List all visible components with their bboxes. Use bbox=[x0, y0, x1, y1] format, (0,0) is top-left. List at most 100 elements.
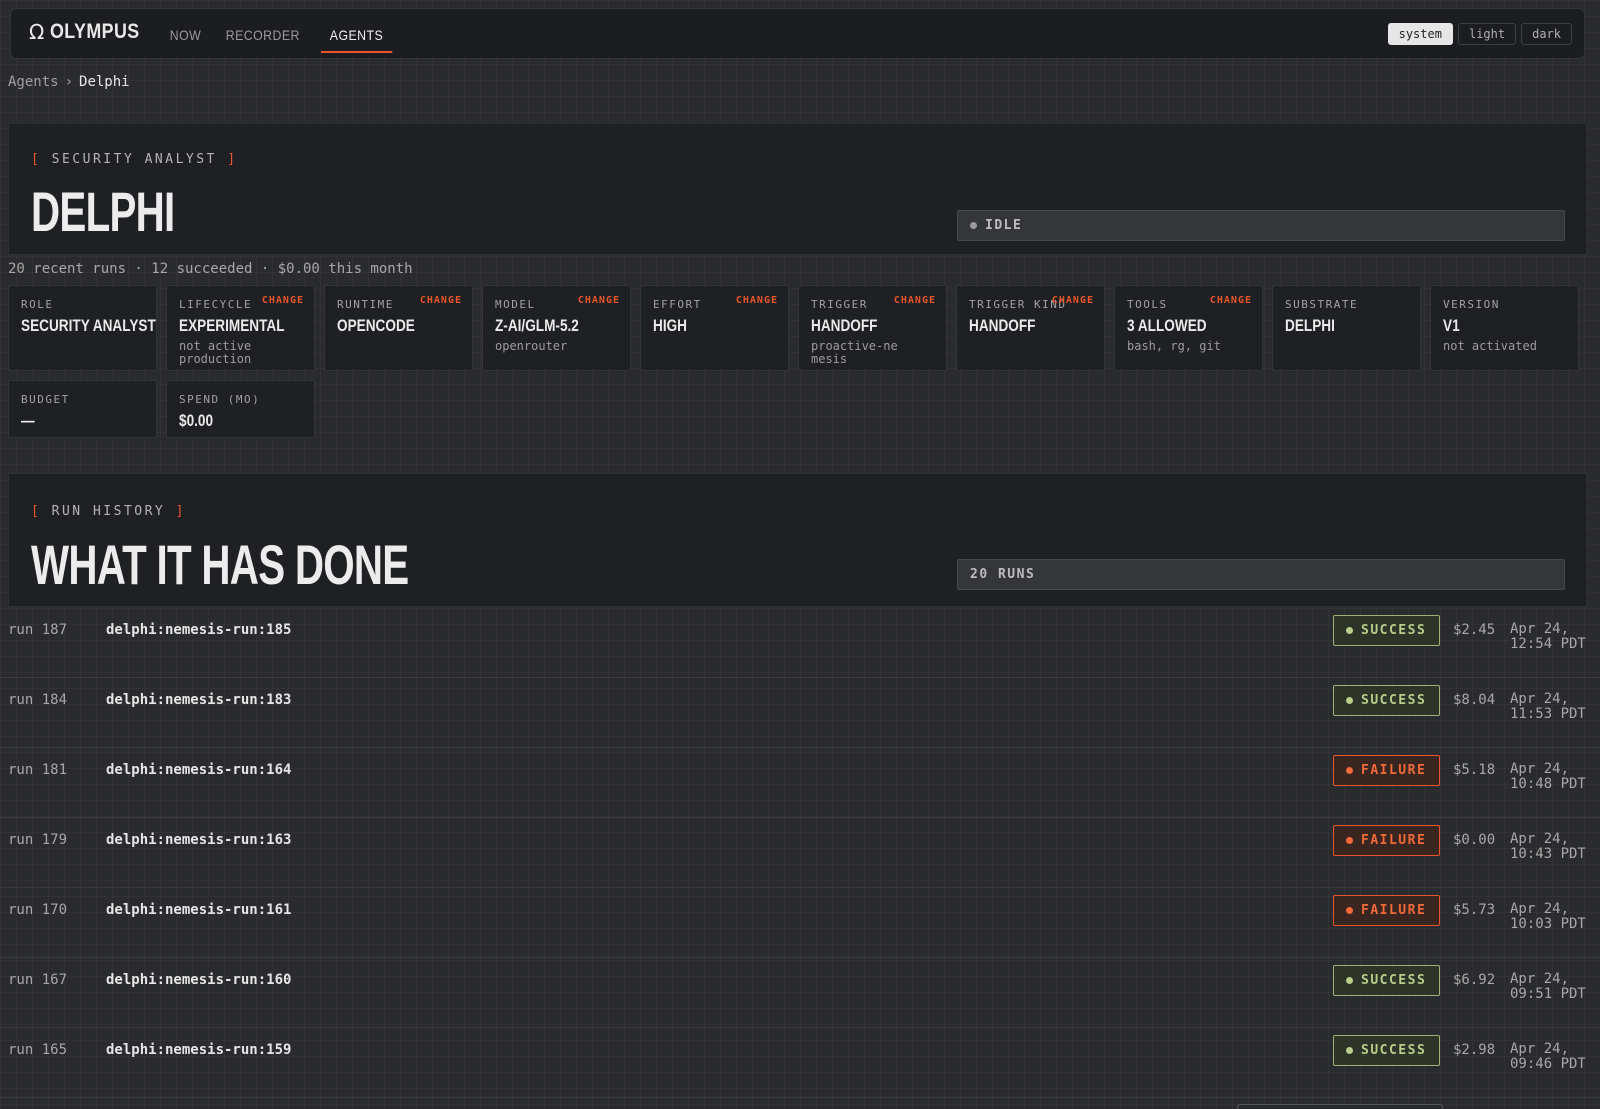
run-cost: $6.92 bbox=[1453, 972, 1496, 988]
run-status-badge: FAILURE bbox=[1333, 755, 1440, 786]
run-status-badge: SUCCESS bbox=[1333, 965, 1440, 996]
run-name[interactable]: delphi:nemesis-run:185 bbox=[106, 622, 291, 638]
run-status-badge: SUCCESS bbox=[1333, 615, 1440, 646]
status-dot-icon bbox=[1346, 767, 1353, 774]
run-number: run 179 bbox=[8, 832, 68, 848]
run-number: run 170 bbox=[8, 902, 68, 918]
run-status-badge: FAILURE bbox=[1333, 825, 1440, 856]
attr-sub: proactive-nemesis bbox=[811, 339, 898, 366]
agent-name-title: DELPHI bbox=[31, 180, 175, 243]
attr-label: VERSION bbox=[1443, 298, 1500, 311]
run-timestamp: Apr 24, 12:54 PDT bbox=[1510, 621, 1586, 652]
change-model-button[interactable]: CHANGE bbox=[578, 295, 620, 306]
attr-value: DELPHI bbox=[1285, 316, 1335, 335]
attr-label: ROLE bbox=[21, 298, 54, 311]
nav-tab-recorder[interactable]: RECORDER bbox=[217, 23, 309, 53]
nav-tab-now[interactable]: NOW bbox=[161, 23, 210, 53]
breadcrumb: Agents › Delphi bbox=[8, 74, 130, 90]
app-logo[interactable]: Ω OLYMPUS bbox=[29, 20, 156, 44]
change-tools-button[interactable]: CHANGE bbox=[1210, 295, 1252, 306]
breadcrumb-current: Delphi bbox=[79, 74, 130, 90]
run-count-label: 20 RUNS bbox=[970, 567, 1036, 582]
run-cost: $0.00 bbox=[1453, 832, 1496, 848]
run-row[interactable]: run 181 delphi:nemesis-run:164 FAILURE $… bbox=[0, 748, 1600, 818]
breadcrumb-link-agents[interactable]: Agents bbox=[8, 74, 59, 90]
attr-value: SECURITY ANALYST bbox=[21, 316, 156, 335]
nav-tab-agents[interactable]: AGENTS bbox=[320, 23, 392, 53]
run-timestamp: Apr 24, 09:51 PDT bbox=[1510, 971, 1586, 1002]
run-status-badge: SUCCESS bbox=[1333, 685, 1440, 716]
attr-card-spend: SPEND (MO) $0.00 bbox=[166, 380, 315, 438]
attr-value: Z-AI/GLM-5.2 bbox=[495, 316, 579, 335]
run-timestamp: Apr 24, 10:48 PDT bbox=[1510, 761, 1586, 792]
attr-card-tools: TOOLS CHANGE 3 ALLOWED bash, rg, git bbox=[1114, 285, 1263, 371]
run-history-eyebrow: [ RUN HISTORY ] bbox=[31, 504, 186, 519]
run-name[interactable]: delphi:nemesis-run:183 bbox=[106, 692, 291, 708]
status-dot-icon bbox=[1346, 697, 1353, 704]
run-number: run 165 bbox=[8, 1042, 68, 1058]
omega-logo-icon: Ω bbox=[29, 20, 45, 44]
status-dot-icon bbox=[1346, 1047, 1353, 1054]
change-effort-button[interactable]: CHANGE bbox=[736, 295, 778, 306]
change-trigger-kind-button[interactable]: CHANGE bbox=[1052, 295, 1094, 306]
change-trigger-button[interactable]: CHANGE bbox=[894, 295, 936, 306]
status-dot-icon bbox=[1346, 977, 1353, 984]
run-cost: $8.04 bbox=[1453, 692, 1496, 708]
agent-run-summary: 20 recent runs · 12 succeeded · $0.00 th… bbox=[8, 261, 413, 277]
theme-switcher: system light dark bbox=[1387, 23, 1572, 45]
run-row[interactable]: run 184 delphi:nemesis-run:183 SUCCESS $… bbox=[0, 678, 1600, 748]
theme-system-button[interactable]: system bbox=[1387, 23, 1453, 45]
run-number: run 187 bbox=[8, 622, 68, 638]
agent-status-bar: IDLE bbox=[957, 210, 1565, 241]
run-timestamp: Apr 24, 11:53 PDT bbox=[1510, 691, 1586, 722]
top-nav-bar: Ω OLYMPUS NOW RECORDER AGENTS system lig… bbox=[10, 8, 1585, 59]
attr-sub: not active production bbox=[179, 339, 252, 366]
run-name[interactable]: delphi:nemesis-run:164 bbox=[106, 762, 291, 778]
run-row[interactable]: run 187 delphi:nemesis-run:185 SUCCESS $… bbox=[0, 608, 1600, 678]
run-count-bar: 20 RUNS bbox=[957, 559, 1565, 590]
run-name[interactable]: delphi:nemesis-run:163 bbox=[106, 832, 291, 848]
attr-card-lifecycle: LIFECYCLE CHANGE EXPERIMENTAL not active… bbox=[166, 285, 315, 371]
run-cost: $2.98 bbox=[1453, 1042, 1496, 1058]
run-row[interactable]: run 170 delphi:nemesis-run:161 FAILURE $… bbox=[0, 888, 1600, 958]
change-runtime-button[interactable]: CHANGE bbox=[420, 295, 462, 306]
attr-sub: openrouter bbox=[495, 339, 568, 353]
run-name[interactable]: delphi:nemesis-run:159 bbox=[106, 1042, 291, 1058]
run-timestamp: Apr 24, 10:43 PDT bbox=[1510, 831, 1586, 862]
run-row[interactable]: run 165 delphi:nemesis-run:159 SUCCESS $… bbox=[0, 1028, 1600, 1098]
attr-card-model: MODEL CHANGE Z-AI/GLM-5.2 openrouter bbox=[482, 285, 631, 371]
attr-label: BUDGET bbox=[21, 393, 70, 406]
run-cost: $2.45 bbox=[1453, 622, 1496, 638]
run-number: run 184 bbox=[8, 692, 68, 708]
attr-card-substrate: SUBSTRATE DELPHI bbox=[1272, 285, 1421, 371]
theme-light-button[interactable]: light bbox=[1457, 23, 1517, 45]
attr-card-effort: EFFORT CHANGE HIGH bbox=[640, 285, 789, 371]
attr-value: — bbox=[21, 411, 35, 430]
attr-value: 3 ALLOWED bbox=[1127, 316, 1207, 335]
attr-label: SUBSTRATE bbox=[1285, 298, 1359, 311]
run-name[interactable]: delphi:nemesis-run:160 bbox=[106, 972, 291, 988]
attr-card-role: ROLE SECURITY ANALYST bbox=[8, 285, 157, 371]
attr-value: HANDOFF bbox=[969, 316, 1036, 335]
run-number: run 181 bbox=[8, 762, 68, 778]
status-dot-icon bbox=[1346, 907, 1353, 914]
attr-card-version: VERSION V1 not activated bbox=[1430, 285, 1579, 371]
status-dot-icon bbox=[1346, 837, 1353, 844]
app-name: OLYMPUS bbox=[50, 20, 140, 43]
run-status-badge: SUCCESS bbox=[1333, 1035, 1440, 1066]
run-row[interactable]: run 179 delphi:nemesis-run:163 FAILURE $… bbox=[0, 818, 1600, 888]
attr-value: HIGH bbox=[653, 316, 687, 335]
attr-sub: bash, rg, git bbox=[1127, 339, 1221, 353]
bottom-overflow-element[interactable] bbox=[1237, 1104, 1443, 1109]
run-history-title: WHAT IT HAS DONE bbox=[31, 533, 409, 596]
change-lifecycle-button[interactable]: CHANGE bbox=[262, 295, 304, 306]
attr-card-budget: BUDGET — bbox=[8, 380, 157, 438]
agent-role-eyebrow: [ SECURITY ANALYST ] bbox=[31, 152, 238, 167]
run-name[interactable]: delphi:nemesis-run:161 bbox=[106, 902, 291, 918]
run-row[interactable]: run 167 delphi:nemesis-run:160 SUCCESS $… bbox=[0, 958, 1600, 1028]
run-cost: $5.73 bbox=[1453, 902, 1496, 918]
agent-status-label: IDLE bbox=[985, 218, 1023, 233]
main-nav: NOW RECORDER AGENTS bbox=[161, 23, 401, 53]
theme-dark-button[interactable]: dark bbox=[1521, 23, 1572, 45]
status-dot-icon bbox=[1346, 627, 1353, 634]
